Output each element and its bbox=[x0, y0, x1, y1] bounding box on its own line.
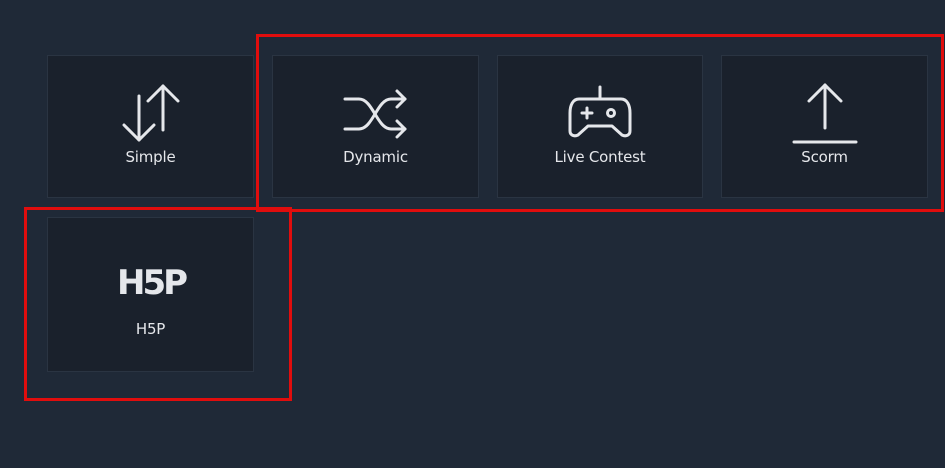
card-dynamic[interactable]: Dynamic bbox=[272, 55, 479, 198]
card-label: Scorm bbox=[801, 148, 848, 166]
h5p-logo-text: H5P bbox=[116, 264, 186, 300]
gamepad-icon bbox=[498, 85, 702, 139]
card-h5p[interactable]: H5P H5P bbox=[47, 217, 254, 372]
upload-icon bbox=[722, 82, 927, 144]
card-label: Live Contest bbox=[554, 148, 646, 166]
card-simple[interactable]: Simple bbox=[47, 55, 254, 198]
shuffle-icon bbox=[273, 88, 478, 140]
card-scorm[interactable]: Scorm bbox=[721, 55, 928, 198]
card-label: Simple bbox=[125, 148, 176, 166]
card-live-contest[interactable]: Live Contest bbox=[497, 55, 703, 198]
h5p-logo-icon: H5P bbox=[48, 264, 253, 300]
card-label: Dynamic bbox=[343, 148, 408, 166]
swap-vertical-icon bbox=[48, 82, 253, 144]
card-label: H5P bbox=[135, 320, 166, 338]
